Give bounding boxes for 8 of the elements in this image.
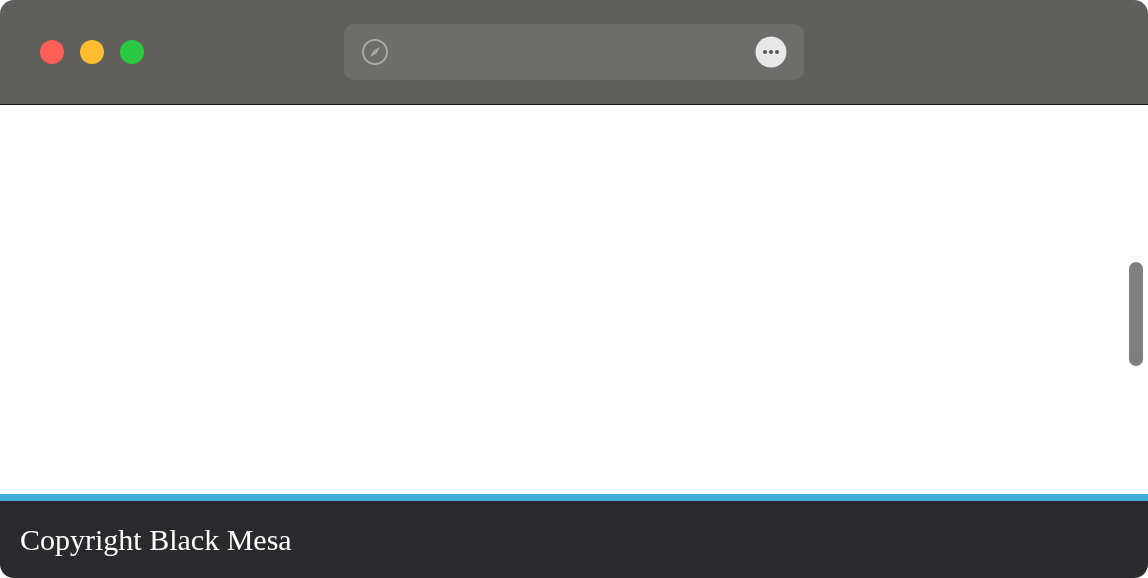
minimize-window-button[interactable] bbox=[80, 40, 104, 64]
zoom-window-button[interactable] bbox=[120, 40, 144, 64]
more-options-icon[interactable] bbox=[755, 36, 787, 68]
compass-icon bbox=[361, 38, 389, 66]
close-window-button[interactable] bbox=[40, 40, 64, 64]
scrollbar-thumb[interactable] bbox=[1129, 262, 1143, 366]
address-bar[interactable] bbox=[344, 24, 804, 80]
copyright-text: Copyright Black Mesa bbox=[20, 522, 292, 558]
